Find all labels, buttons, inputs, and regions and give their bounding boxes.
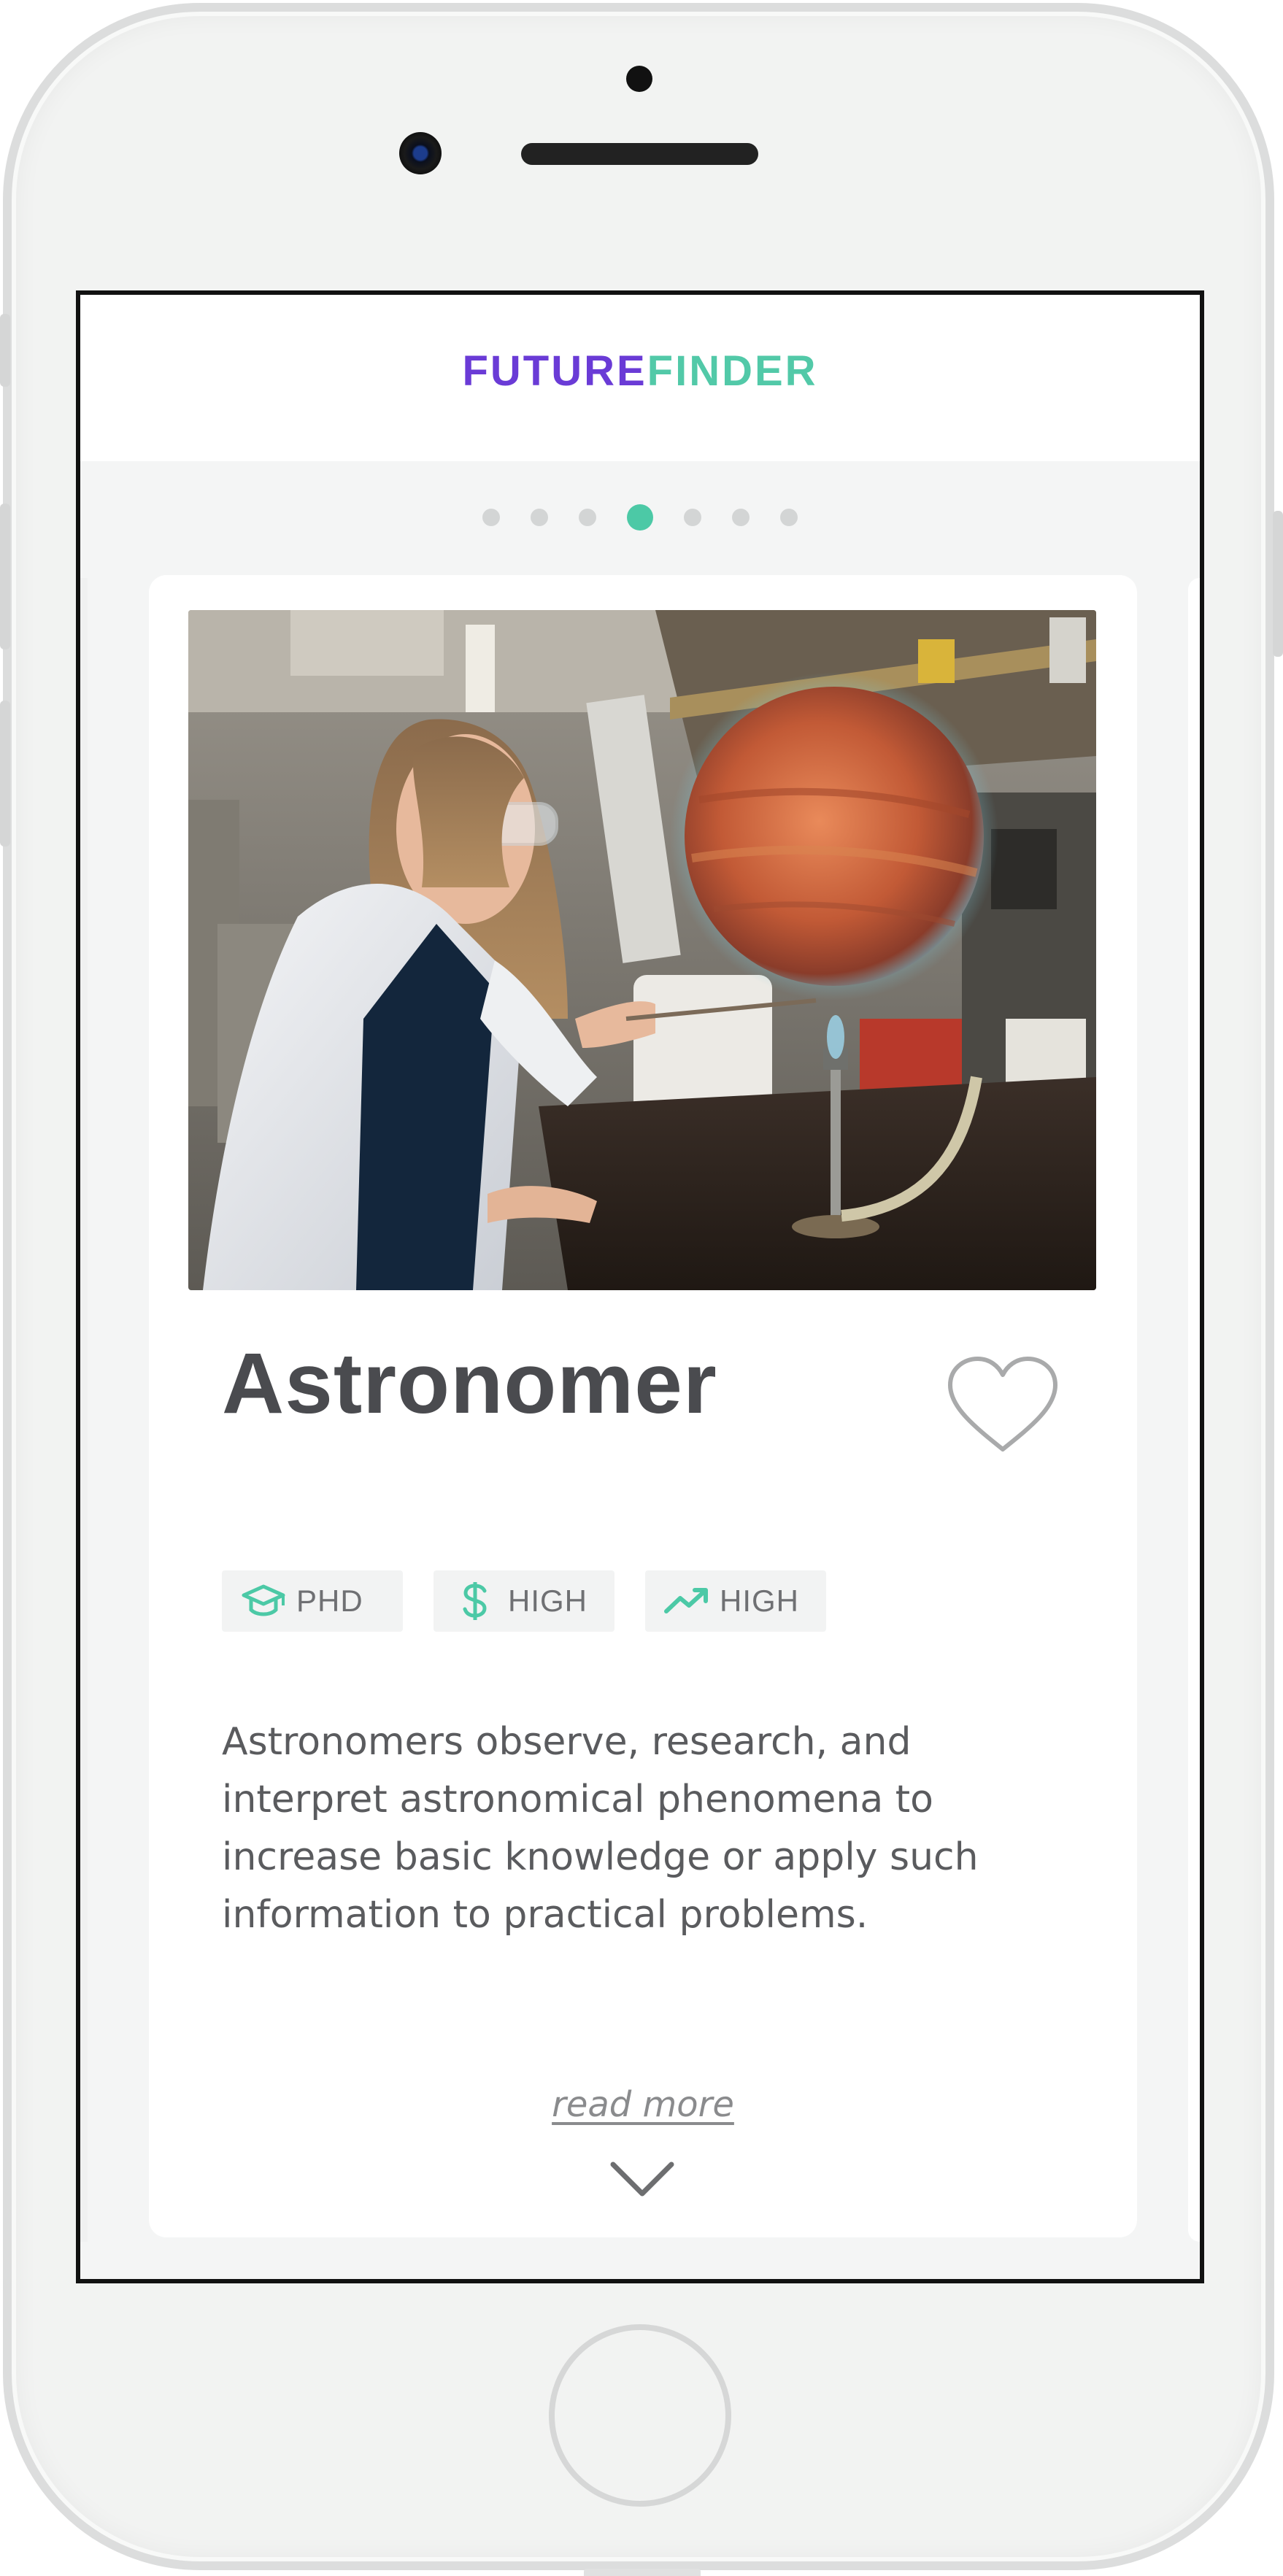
logo-finder-text: FINDER xyxy=(647,347,818,395)
previous-card-peek[interactable] xyxy=(80,578,88,2242)
growth-badge: HIGH xyxy=(645,1570,826,1632)
volume-up-button xyxy=(0,504,10,649)
career-stats: PHD HIGH HIGH xyxy=(222,1570,826,1632)
growth-label: HIGH xyxy=(720,1584,799,1618)
app-header: FUTUREFINDER xyxy=(80,295,1200,461)
pagination-dot[interactable] xyxy=(780,509,798,526)
power-button xyxy=(1273,511,1283,657)
favorite-button[interactable] xyxy=(944,1356,1061,1458)
career-card[interactable]: Astronomer PHD HIGH HIGH Astronomers obs… xyxy=(149,575,1137,2237)
phone-bottom-edge xyxy=(584,2569,701,2576)
pagination-dot[interactable] xyxy=(684,509,701,526)
app-logo[interactable]: FUTUREFINDER xyxy=(462,347,817,396)
trending-up-icon xyxy=(664,1582,709,1620)
career-title: Astronomer xyxy=(222,1335,717,1432)
next-card-peek[interactable] xyxy=(1188,578,1200,2242)
career-image xyxy=(188,610,1096,1290)
salary-label: HIGH xyxy=(508,1584,587,1618)
pagination-dot[interactable] xyxy=(732,509,750,526)
home-button[interactable] xyxy=(549,2324,731,2507)
heart-icon xyxy=(948,1357,1057,1451)
silent-switch xyxy=(0,314,10,387)
carousel-pagination xyxy=(80,503,1200,532)
education-badge: PHD xyxy=(222,1570,403,1632)
read-more-link[interactable]: read more xyxy=(149,2084,1137,2125)
pagination-dot[interactable] xyxy=(579,509,596,526)
salary-badge: HIGH xyxy=(434,1570,614,1632)
pagination-dot[interactable] xyxy=(482,509,500,526)
graduation-cap-icon xyxy=(241,1582,286,1620)
expand-button[interactable] xyxy=(609,2159,676,2199)
education-label: PHD xyxy=(296,1584,363,1618)
logo-future-text: FUTURE xyxy=(462,347,647,395)
pagination-dot[interactable] xyxy=(531,509,548,526)
chevron-down-icon xyxy=(610,2162,674,2197)
pagination-dot-active[interactable] xyxy=(627,504,653,531)
dollar-sign-icon xyxy=(452,1582,498,1620)
proximity-sensor xyxy=(626,66,652,92)
earpiece-speaker xyxy=(521,143,758,165)
volume-down-button xyxy=(0,701,10,847)
app-screen: FUTUREFINDER Astronomer PHD HIGH HIGH As… xyxy=(76,290,1204,2283)
career-description: Astronomers observe, research, and inter… xyxy=(222,1720,979,1937)
front-camera xyxy=(399,132,442,174)
